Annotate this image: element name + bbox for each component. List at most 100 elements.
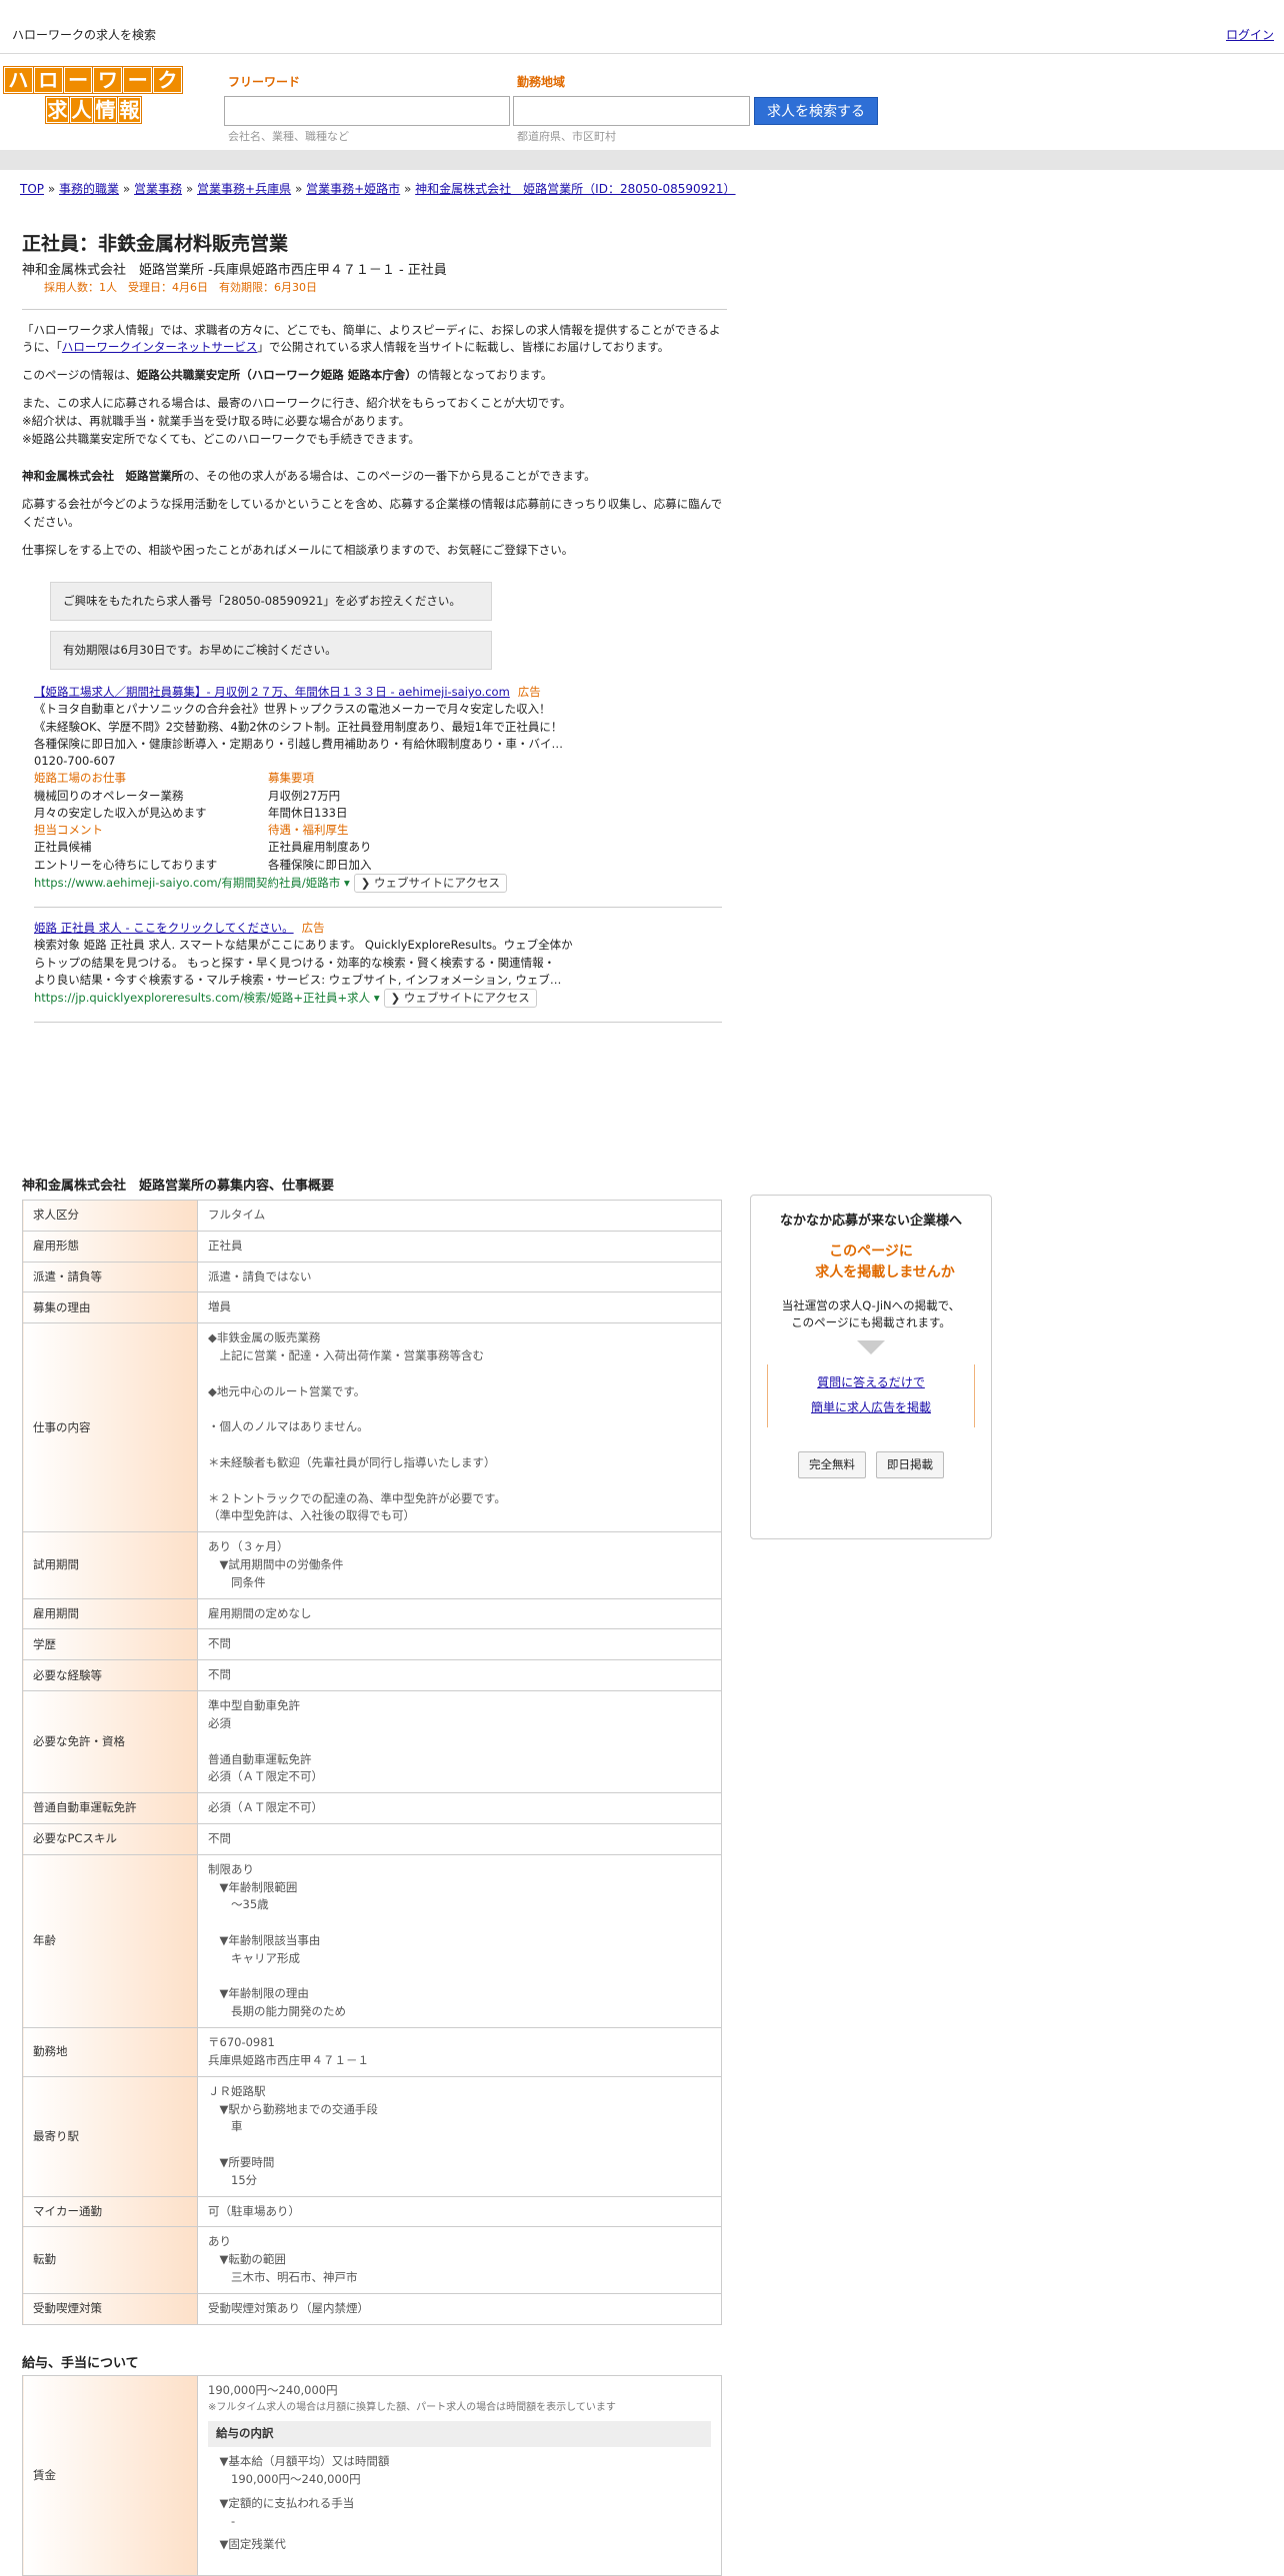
logo-char: 求 [45, 96, 70, 124]
breadcrumb-prefecture[interactable]: 営業事務+兵庫県 [197, 182, 291, 196]
table-row: 受動喫煙対策 受動喫煙対策あり（屋内禁煙） [22, 2292, 722, 2325]
ad-sitelink[interactable]: 担当コメント 正社員候補 エントリーを心待ちにしております [34, 822, 254, 874]
area-label: 勤務地域 [517, 75, 566, 89]
job-meta: 採用人数：1人 受理日：4月6日 有効期限：6月30日 [44, 281, 317, 294]
table-row: 普通自動車運転免許 必須（ＡＴ限定不可） [22, 1792, 722, 1824]
promo-link-post-ad[interactable]: 簡単に求人広告を掲載 [768, 1395, 974, 1420]
logo-char: ロ [32, 66, 64, 94]
sitelink-text: 年間休日133日 [268, 805, 348, 820]
salary-note: ※フルタイム求人の場合は月額に換算した額、パート求人の場合は時間額を表示していま… [208, 2401, 616, 2413]
promo-emphasis-line: このページに [829, 1243, 913, 1260]
promo-link-questions[interactable]: 質問に答えるだけで [768, 1370, 974, 1395]
row-label: 学歴 [22, 1628, 198, 1661]
breadcrumb: TOP » 事務的職業 » 営業事務 » 営業事務+兵庫県 » 営業事務+姫路市… [20, 180, 780, 198]
row-value: 派遣・請負ではない [197, 1261, 722, 1293]
row-value: フルタイム [197, 1200, 722, 1232]
ad-tag: 広告 [517, 685, 541, 700]
row-label: 普通自動車運転免許 [22, 1792, 198, 1824]
table-row: 必要な経験等 不問 [22, 1659, 722, 1692]
divider [22, 308, 727, 310]
area-input[interactable] [513, 96, 750, 126]
logo-char: ワ [92, 66, 124, 94]
logo-char: ク [152, 66, 183, 94]
company-line: 神和金属株式会社 姫路営業所 -兵庫県姫路市西庄甲４７１－１ - 正社員 [22, 262, 447, 278]
ad-block: 【姫路工場求人／期間社員募集】- 月収例２７万、年間休日１３３日 - aehim… [34, 684, 727, 894]
salary-item: 190,000円〜240,000円 [208, 2471, 361, 2486]
ad-phone[interactable]: 0120-700-607 [34, 753, 727, 770]
row-label: 必要な経験等 [22, 1659, 198, 1692]
row-label: 雇用形態 [22, 1230, 198, 1263]
breadcrumb-current[interactable]: 神和金属株式会社 姫路営業所（ID：28050-08590921） [415, 182, 735, 196]
keyword-input[interactable] [224, 96, 510, 126]
hellowork-internet-link[interactable]: ハローワークインターネットサービス [62, 340, 258, 354]
sitelink-text: 機械回りのオペレーター業務 [34, 788, 184, 803]
row-value: 不問 [197, 1822, 722, 1855]
company-name: 神和金属株式会社 姫路営業所 [22, 469, 183, 484]
sitelink-text: 各種保険に即日加入 [268, 857, 372, 872]
logo-char: 情 [93, 96, 118, 124]
intro-text: 」で公開されている求人情報を当サイトに転載し、皆様にお届けしております。 [257, 340, 670, 355]
ad-url[interactable]: https://www.aehimeji-saiyo.com/有期間契約社員/姫… [34, 876, 350, 890]
table-row: 勤務地 〒670-0981 兵庫県姫路市西庄甲４７１－１ [22, 2027, 722, 2077]
breadcrumb-category[interactable]: 事務的職業 [59, 182, 119, 196]
salary-value: 190,000円〜240,000円 ※フルタイム求人の場合は月額に換算した額、パ… [197, 2375, 722, 2576]
row-label: マイカー通勤 [22, 2195, 198, 2228]
sitelink-title: 姫路工場のお仕事 [34, 771, 126, 786]
row-value: 正社員 [197, 1230, 722, 1263]
promo-emphasis-line: 求人を掲載しませんか [815, 1264, 955, 1281]
salary-table: 賃金 190,000円〜240,000円 ※フルタイム求人の場合は月額に換算した… [22, 2375, 722, 2576]
row-label: 最寄り駅 [22, 2075, 198, 2197]
table-row: 募集の理由 増員 [22, 1291, 722, 1324]
breadcrumb-city[interactable]: 営業事務+姫路市 [306, 182, 400, 196]
search-button[interactable]: 求人を検索する [754, 97, 878, 125]
sitelink-text: エントリーを心待ちにしております [34, 857, 218, 872]
salary-breakdown-title: 給与の内訳 [208, 2421, 711, 2448]
same-day-badge[interactable]: 即日掲載 [876, 1450, 944, 1478]
promo-text-line: このページにも掲載されます。 [791, 1315, 951, 1330]
row-value: 不問 [197, 1659, 722, 1692]
sitelink-text: 月々の安定した収入が見込めます [34, 805, 207, 820]
breadcrumb-job-type[interactable]: 営業事務 [134, 182, 182, 196]
sitelink-title: 待遇・福利厚生 [268, 823, 349, 838]
consult-paragraph: 仕事探しをする上での、相談や困ったことがあればメールにて相談承りますので、お気軽… [22, 542, 574, 557]
row-value: ◆非鉄金属の販売業務 上記に営業・配達・入荷出荷作業・営業事務等含む ◆地元中心… [197, 1322, 722, 1533]
table-row: 最寄り駅 ＪＲ姫路駅 ▼駅から勤務地までの交通手段 車 ▼所要時間 15分 [22, 2075, 722, 2197]
intro-paragraph: 「ハローワーク求人情報」では、求職者の方々に、どこでも、簡単に、よりスピーディに… [22, 322, 727, 358]
arrow-down-icon [857, 1340, 885, 1355]
ad-sitelink[interactable]: 待遇・福利厚生 正社員雇用制度あり 各種保険に即日加入 [268, 822, 488, 874]
ad-block: 姫路 正社員 求人 - ここをクリックしてください。 広告 検索対象 姫路 正社員… [34, 920, 727, 1009]
keyword-hint: 会社名、業種、職種など [228, 130, 349, 143]
row-label: 受動喫煙対策 [22, 2292, 198, 2325]
promo-text-line: 当社運営の求人Q-JiNへの掲載で、 [781, 1297, 961, 1312]
hellowork-logo[interactable]: ハ ロ ー ワ ー ク 求 人 情 報 [3, 66, 183, 124]
job-number-note: ご興味をもたれたら求人番号「28050-08590921」を必ずお控えください。 [50, 581, 492, 621]
ad-sitelink[interactable]: 募集要項 月収例27万円 年間休日133日 [268, 770, 488, 822]
row-label: 求人区分 [22, 1200, 198, 1232]
ad-url[interactable]: https://jp.quicklyexploreresults.com/検索/… [34, 991, 380, 1005]
table-row: 年齢 制限あり ▼年齢制限範囲 〜35歳 ▼年齢制限該当事由 キャリア形成 ▼年齢… [22, 1853, 722, 2029]
salary-section-title: 給与、手当について [22, 2356, 139, 2371]
row-label: 必要な免許・資格 [22, 1690, 198, 1794]
visit-site-button[interactable]: ❯ ウェブサイトにアクセス [383, 989, 537, 1009]
logo-char: ハ [3, 66, 34, 94]
visit-site-button[interactable]: ❯ ウェブサイトにアクセス [353, 873, 507, 894]
table-row: 求人区分 フルタイム [22, 1200, 722, 1232]
table-row: 賃金 190,000円〜240,000円 ※フルタイム求人の場合は月額に換算した… [22, 2375, 722, 2576]
table-row: 雇用期間 雇用期間の定めなし [22, 1597, 722, 1630]
referral-line: ※姫路公共職業安定所でなくても、どこのハローワークでも手続きできます。 [22, 431, 420, 446]
office-name: 姫路公共職業安定所（ハローワーク姫路 姫路本庁舎） [136, 368, 417, 383]
ad-title[interactable]: 【姫路工場求人／期間社員募集】- 月収例２７万、年間休日１３３日 - aehim… [34, 685, 510, 699]
sidebar-promo: なかなか応募が来ない企業様へ このページに 求人を掲載しませんか 当社運営の求人… [750, 1195, 992, 1539]
ad-title[interactable]: 姫路 正社員 求人 - ここをクリックしてください。 [34, 921, 294, 935]
sitelink-text: 正社員候補 [34, 840, 92, 855]
ad-sitelink[interactable]: 姫路工場のお仕事 機械回りのオペレーター業務 月々の安定した収入が見込めます [34, 770, 254, 822]
row-label: 必要なPCスキル [22, 1822, 198, 1855]
free-badge[interactable]: 完全無料 [798, 1450, 866, 1478]
breadcrumb-top[interactable]: TOP [20, 182, 44, 196]
salary-item: ▼定額的に支払われる手当 [208, 2495, 355, 2510]
ad-tag: 広告 [301, 921, 325, 936]
other-jobs-paragraph: 神和金属株式会社 姫路営業所の、その他の求人がある場合は、このページの一番下から… [22, 468, 727, 486]
login-link[interactable]: ログイン [1226, 26, 1274, 44]
referral-line: また、この求人に応募される場合は、最寄のハローワークに行き、紹介状をもらっておく… [22, 395, 572, 410]
salary-item: ▼固定残業代 [208, 2537, 286, 2552]
